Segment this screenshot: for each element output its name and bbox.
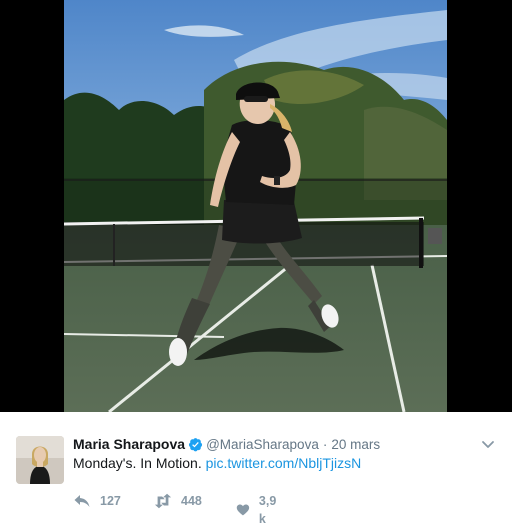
author-handle[interactable]: @MariaSharapova — [206, 437, 319, 452]
retweet-button[interactable]: 448 — [154, 492, 202, 510]
tweet-text-body: Monday's. In Motion. — [73, 455, 202, 471]
tweet-text: Monday's. In Motion. pic.twitter.com/Nbl… — [73, 454, 361, 473]
avatar[interactable] — [16, 436, 64, 484]
tweet-media-link[interactable]: pic.twitter.com/NbljTjizsN — [206, 455, 362, 471]
separator-dot: · — [322, 437, 328, 452]
author-name[interactable]: Maria Sharapova — [73, 436, 185, 452]
verified-badge-icon — [189, 438, 203, 452]
tweet-header: Maria Sharapova @MariaSharapova · 20 mars — [73, 435, 380, 454]
reply-button[interactable]: 127 — [73, 492, 121, 510]
heart-icon — [236, 504, 250, 516]
tennis-photo[interactable] — [64, 0, 447, 412]
retweet-count: 448 — [181, 494, 202, 508]
like-button[interactable]: 3,9 k — [236, 492, 280, 528]
retweet-icon — [154, 493, 172, 509]
like-count: 3,9 k — [258, 494, 277, 526]
reply-icon — [74, 495, 90, 507]
tweet-media[interactable] — [0, 0, 512, 412]
chevron-down-icon[interactable] — [480, 436, 496, 452]
tweet-timestamp[interactable]: 20 mars — [331, 437, 380, 452]
reply-count: 127 — [100, 494, 121, 508]
tweet: Maria Sharapova @MariaSharapova · 20 mars M… — [0, 412, 512, 529]
